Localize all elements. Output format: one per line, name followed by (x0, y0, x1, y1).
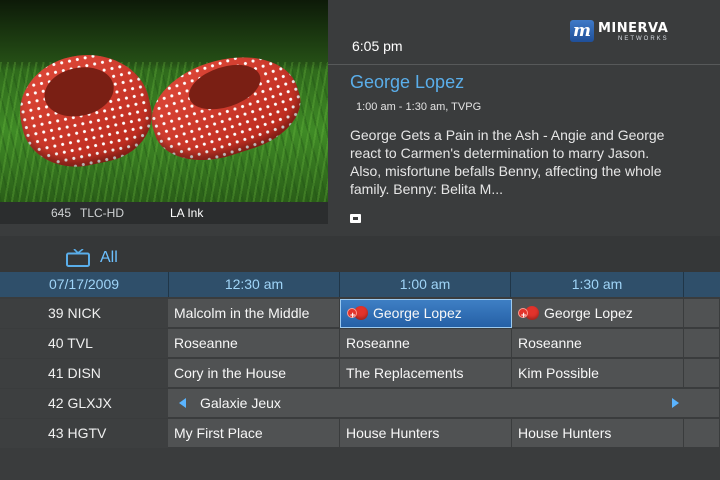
program-cell-selected[interactable]: + George Lopez (340, 299, 512, 328)
logo-badge: m (570, 20, 594, 42)
program-cell-overflow[interactable] (684, 299, 720, 328)
logo-sub: NETWORKS (618, 36, 669, 42)
program-description: George Gets a Pain in the Ash - Angie an… (350, 127, 665, 197)
channel-41[interactable]: 41 DISN (0, 359, 168, 388)
bottom-bar (0, 450, 720, 480)
preview-channel-name: TLC-HD (80, 206, 124, 220)
channel-label: 40 TVL (48, 335, 93, 351)
program-cell[interactable]: Malcolm in the Middle (168, 299, 340, 328)
series-record-icon: + (518, 306, 540, 320)
program-cell[interactable]: Roseanne (340, 329, 512, 358)
program-cell-wide[interactable]: Galaxie Jeux (168, 389, 720, 418)
program-title: George Lopez (544, 305, 633, 321)
preview-show-title: LA Ink (170, 206, 204, 220)
scroll-right-icon[interactable] (672, 398, 680, 408)
minerva-logo: m MINERVA NETWORKS (570, 20, 700, 44)
tv-icon (66, 249, 90, 267)
scroll-left-icon[interactable] (179, 398, 187, 408)
channel-label: 43 HGTV (48, 425, 107, 441)
filter-label[interactable]: All (100, 249, 118, 267)
time-slot-3: 1:30 am (511, 272, 684, 297)
program-cell[interactable]: + George Lopez (512, 299, 684, 328)
program-cell-overflow[interactable] (684, 419, 720, 448)
program-cell[interactable]: Roseanne (168, 329, 340, 358)
program-cell-overflow[interactable] (684, 359, 720, 388)
logo-name: MINERVA (598, 21, 669, 36)
program-cell[interactable]: The Replacements (340, 359, 512, 388)
time-slot-overflow (684, 272, 720, 297)
preview-channel-strip: 645 TLC-HD LA Ink (0, 202, 328, 224)
channel-label: 41 DISN (48, 365, 101, 381)
clock: 6:05 pm (352, 38, 403, 54)
preview-channel-number: 645 (51, 206, 72, 220)
program-cell[interactable]: House Hunters (512, 419, 684, 448)
preview-video (0, 0, 328, 202)
program-info-panel: 6:05 pm m MINERVA NETWORKS George Lopez … (328, 0, 720, 236)
channel-43[interactable]: 43 HGTV (0, 419, 168, 448)
program-time-rating: 1:00 am - 1:30 am, TVPG (356, 101, 482, 113)
program-cell[interactable]: Cory in the House (168, 359, 340, 388)
channel-40[interactable]: 40 TVL (0, 329, 168, 358)
program-cell[interactable]: Kim Possible (512, 359, 684, 388)
channel-label: 39 NICK (48, 305, 101, 321)
time-slot-1: 12:30 am (169, 272, 340, 297)
program-title: George Lopez (350, 72, 465, 92)
program-cell[interactable]: House Hunters (340, 419, 512, 448)
info-divider (328, 64, 720, 65)
preview-background (0, 0, 328, 70)
more-info-icon[interactable] (350, 214, 361, 223)
guide-date: 07/17/2009 (0, 272, 169, 297)
channel-label: 42 GLXJX (48, 395, 112, 411)
program-cell[interactable]: My First Place (168, 419, 340, 448)
program-cell-overflow[interactable] (684, 329, 720, 358)
channel-42[interactable]: 42 GLXJX (0, 389, 168, 418)
channel-39[interactable]: 39 NICK (0, 299, 168, 328)
program-cell[interactable]: Roseanne (512, 329, 684, 358)
time-slot-2: 1:00 am (340, 272, 511, 297)
series-record-icon: + (347, 306, 369, 320)
program-title: George Lopez (373, 305, 462, 321)
